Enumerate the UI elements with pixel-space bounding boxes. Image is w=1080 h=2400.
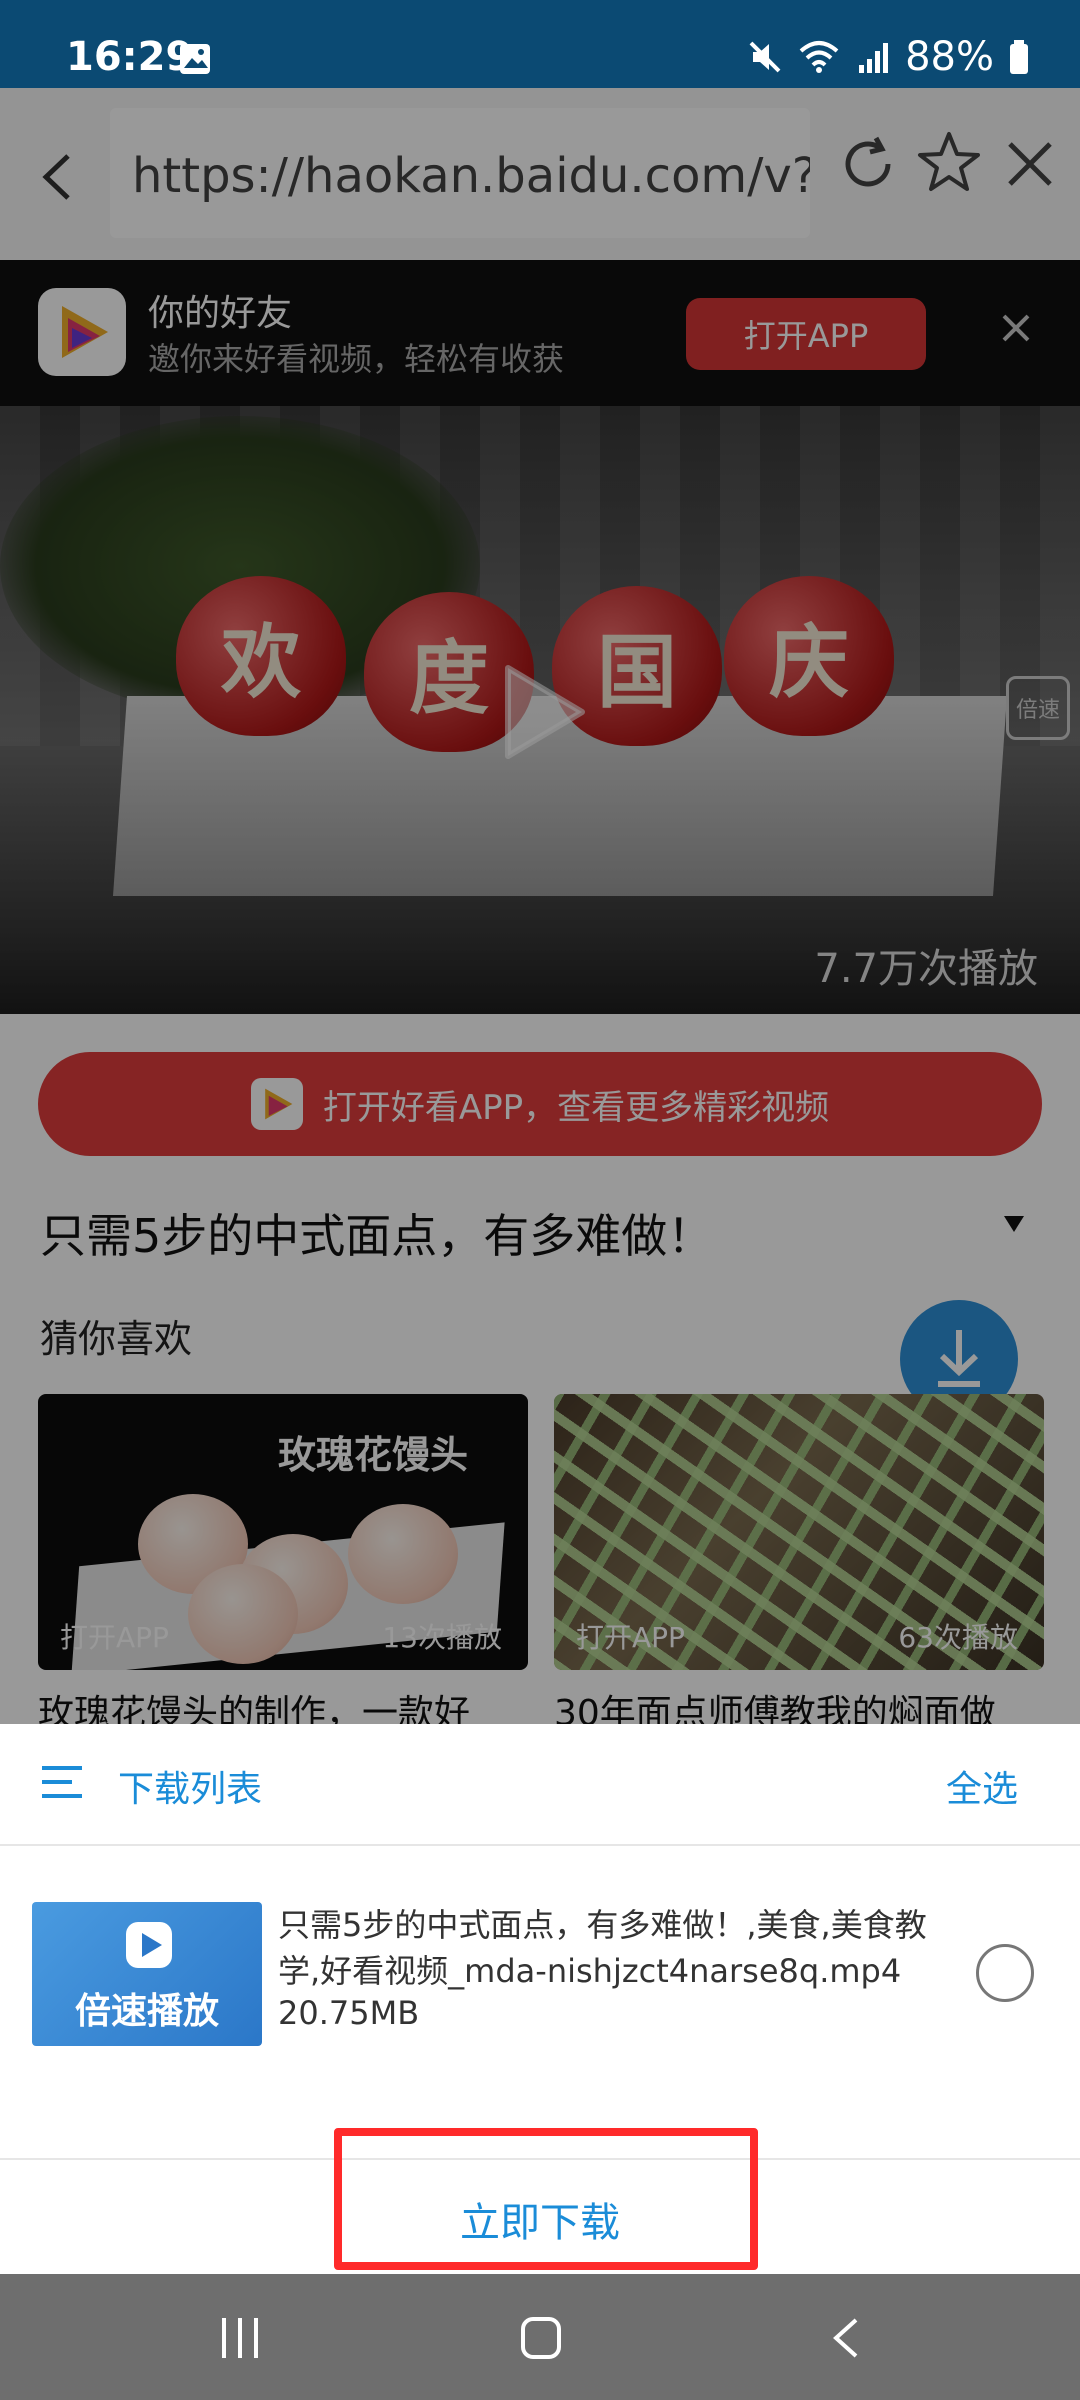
mute-icon (749, 41, 781, 73)
nav-back-icon[interactable] (826, 2316, 866, 2360)
status-right: 88% (747, 34, 1030, 80)
signal-icon (859, 43, 889, 73)
wifi-icon (799, 41, 839, 73)
list-icon (42, 1766, 82, 1798)
file-thumbnail: 倍速播放 (32, 1902, 262, 2046)
select-all-button[interactable]: 全选 (946, 1760, 1018, 1812)
file-size: 20.75MB (278, 1994, 420, 2032)
battery-icon (1010, 40, 1028, 74)
highlight-box (334, 2128, 758, 2270)
recent-apps-icon[interactable] (220, 2316, 260, 2360)
home-icon[interactable] (520, 2316, 562, 2360)
gallery-icon (180, 44, 210, 74)
sheet-header: 下载列表 全选 (0, 1724, 1080, 1846)
file-name: 只需5步的中式面点，有多难做！,美食,美食教学,好看视频_mda-nishjzc… (278, 1906, 927, 1990)
status-time: 16:29 (66, 34, 194, 80)
status-bar: 16:29 88% (0, 0, 1080, 88)
system-nav-bar (0, 2274, 1080, 2400)
modal-backdrop[interactable] (0, 88, 1080, 1724)
battery-percent: 88% (905, 34, 994, 80)
play-icon (126, 1922, 172, 1968)
download-list-title: 下载列表 (118, 1769, 263, 1810)
file-thumb-label: 倍速播放 (74, 1991, 219, 2032)
file-select-radio[interactable] (976, 1944, 1034, 2002)
